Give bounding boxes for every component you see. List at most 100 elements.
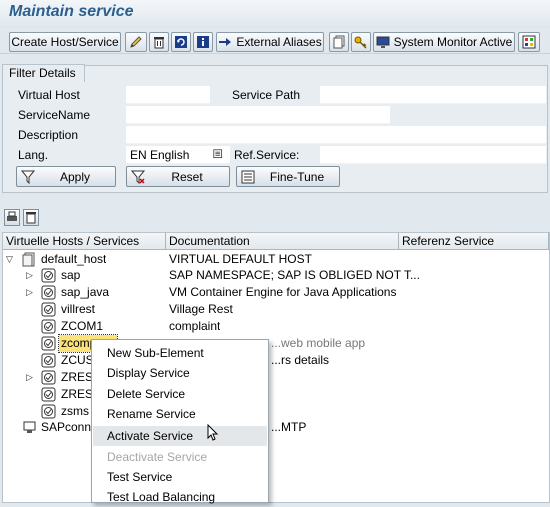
menu-item-label: Deactivate Service: [107, 450, 208, 464]
system-monitor-button[interactable]: System Monitor Active: [373, 32, 515, 52]
column-header-referenz[interactable]: Referenz Service: [399, 233, 549, 250]
node-label: SAPconne: [41, 420, 98, 434]
virtual-host-label: Virtual Host: [14, 86, 124, 104]
mouse-pointer-icon: [207, 424, 219, 441]
filter-icon: [21, 170, 35, 184]
node-doc: Village Rest: [169, 302, 233, 316]
service-node-icon: [41, 319, 56, 334]
info-icon[interactable]: [193, 32, 213, 52]
tree-row[interactable]: villrest Village Rest: [3, 301, 549, 318]
node-doc: ...web mobile app: [271, 336, 366, 350]
tree-row[interactable]: ▽ default_host VIRTUAL DEFAULT HOST: [3, 251, 549, 268]
monitor-icon: [376, 35, 390, 49]
copy-icon[interactable]: [329, 32, 349, 52]
menu-item-label: Rename Service: [107, 407, 196, 421]
key-icon[interactable]: [351, 32, 371, 52]
node-label: zsms: [61, 404, 89, 418]
print-icon[interactable]: [4, 209, 20, 226]
grid-icon[interactable]: [518, 32, 540, 52]
apply-button[interactable]: Apply: [16, 166, 116, 187]
ref-service-input[interactable]: [320, 146, 546, 164]
menu-item-rename-service[interactable]: Rename Service: [93, 404, 267, 424]
menu-item-delete-service[interactable]: Delete Service: [93, 384, 267, 404]
node-doc: ...MTP: [271, 420, 307, 434]
service-node-icon: [41, 387, 56, 402]
external-aliases-button[interactable]: External Aliases: [216, 32, 324, 52]
menu-item-new-sub-element[interactable]: New Sub-Element: [93, 343, 267, 363]
service-node-icon: [41, 285, 56, 300]
create-host-service-button[interactable]: Create Host/Service: [9, 32, 121, 52]
service-name-input[interactable]: [126, 106, 390, 124]
description-label: Description: [14, 126, 124, 144]
service-node-icon: [41, 370, 56, 385]
fine-tune-button[interactable]: Fine-Tune: [236, 166, 340, 187]
node-doc: SAP NAMESPACE; SAP IS OBLIGED NOT T...: [169, 268, 420, 282]
apply-label: Apply: [59, 169, 91, 184]
description-input[interactable]: [126, 126, 546, 144]
application-toolbar: Create Host/Service External Aliases Sys…: [0, 30, 550, 54]
tree-row[interactable]: ZCOM1 complaint: [3, 318, 549, 335]
service-node-icon: [41, 353, 56, 368]
menu-item-label: New Sub-Element: [107, 346, 204, 360]
reset-filter-icon: [131, 170, 145, 184]
connection-icon: [22, 420, 37, 435]
tree-row[interactable]: ▷ sap_java VM Container Engine for Java …: [3, 284, 549, 301]
column-header-documentation[interactable]: Documentation: [166, 233, 399, 250]
language-select[interactable]: EN English: [126, 146, 230, 164]
node-label: sap: [61, 268, 81, 282]
node-label: ZCOM1: [61, 319, 103, 333]
tree-row[interactable]: ▷ sap SAP NAMESPACE; SAP IS OBLIGED NOT …: [3, 267, 549, 284]
tree-row[interactable]: ZREST: [3, 386, 549, 403]
menu-item-label: Activate Service: [107, 429, 194, 443]
service-node-icon: [41, 336, 56, 351]
reset-label: Reset: [171, 169, 203, 184]
menu-item-label: Display Service: [107, 366, 190, 380]
menu-item-test-load-balancing[interactable]: Test Load Balancing: [93, 487, 267, 507]
tree-row[interactable]: zsms: [3, 403, 549, 420]
virtual-host-input[interactable]: [126, 86, 210, 104]
title-bar: Maintain service: [0, 0, 550, 28]
service-node-icon: [41, 302, 56, 317]
arrow-right-icon: [218, 35, 232, 49]
tree-row[interactable]: ▷ ZREST: [3, 369, 549, 386]
trash-icon[interactable]: [149, 32, 169, 52]
language-label: Lang.: [14, 146, 124, 164]
reset-button[interactable]: Reset: [126, 166, 230, 187]
menu-item-display-service[interactable]: Display Service: [93, 363, 267, 383]
node-doc: VIRTUAL DEFAULT HOST: [169, 252, 312, 266]
tree-row[interactable]: zcomp ...web mobile app: [3, 334, 549, 353]
service-path-input[interactable]: [320, 86, 546, 104]
refresh-icon[interactable]: [171, 32, 191, 52]
menu-item-label: Delete Service: [107, 387, 186, 401]
menu-item-label: Test Service: [107, 470, 173, 484]
node-doc: ...rs details: [271, 353, 330, 367]
service-name-label: ServiceName: [14, 106, 124, 124]
pencil-icon[interactable]: [125, 32, 147, 52]
menu-item-deactivate-service: Deactivate Service: [93, 447, 267, 467]
expand-arrow-icon[interactable]: ▷: [26, 271, 35, 280]
column-header-hosts[interactable]: Virtuelle Hosts / Services: [3, 233, 166, 250]
collapse-arrow-icon[interactable]: ▽: [6, 255, 15, 264]
ref-service-label: Ref.Service:: [230, 146, 320, 164]
expand-arrow-icon[interactable]: ▷: [26, 288, 35, 297]
node-doc: VM Container Engine for Java Application…: [169, 285, 397, 299]
tree-row[interactable]: SAPconne ...MTP: [3, 419, 549, 436]
node-label: villrest: [61, 302, 96, 316]
services-tree: Virtuelle Hosts / Services Documentation…: [2, 232, 550, 503]
tree-row[interactable]: ZCUST ...rs details: [3, 352, 549, 369]
menu-item-label: Test Load Balancing: [107, 490, 216, 504]
service-node-icon: [41, 404, 56, 419]
menu-item-activate-service[interactable]: Activate Service: [93, 426, 267, 446]
create-host-service-label: Create Host/Service: [11, 35, 119, 49]
service-node-icon: [41, 268, 56, 283]
expand-arrow-icon[interactable]: ▷: [26, 373, 35, 382]
delete-small-icon[interactable]: [23, 209, 39, 226]
filter-details-tab[interactable]: Filter Details: [2, 64, 85, 82]
node-label: sap_java: [61, 285, 110, 299]
external-aliases-label: External Aliases: [236, 35, 322, 49]
page-title: Maintain service: [9, 3, 134, 20]
context-menu: New Sub-Element Display Service Delete S…: [91, 339, 269, 504]
dropdown-list-icon[interactable]: [213, 149, 227, 163]
language-value: EN English: [130, 148, 190, 162]
menu-item-test-service[interactable]: Test Service: [93, 467, 267, 487]
